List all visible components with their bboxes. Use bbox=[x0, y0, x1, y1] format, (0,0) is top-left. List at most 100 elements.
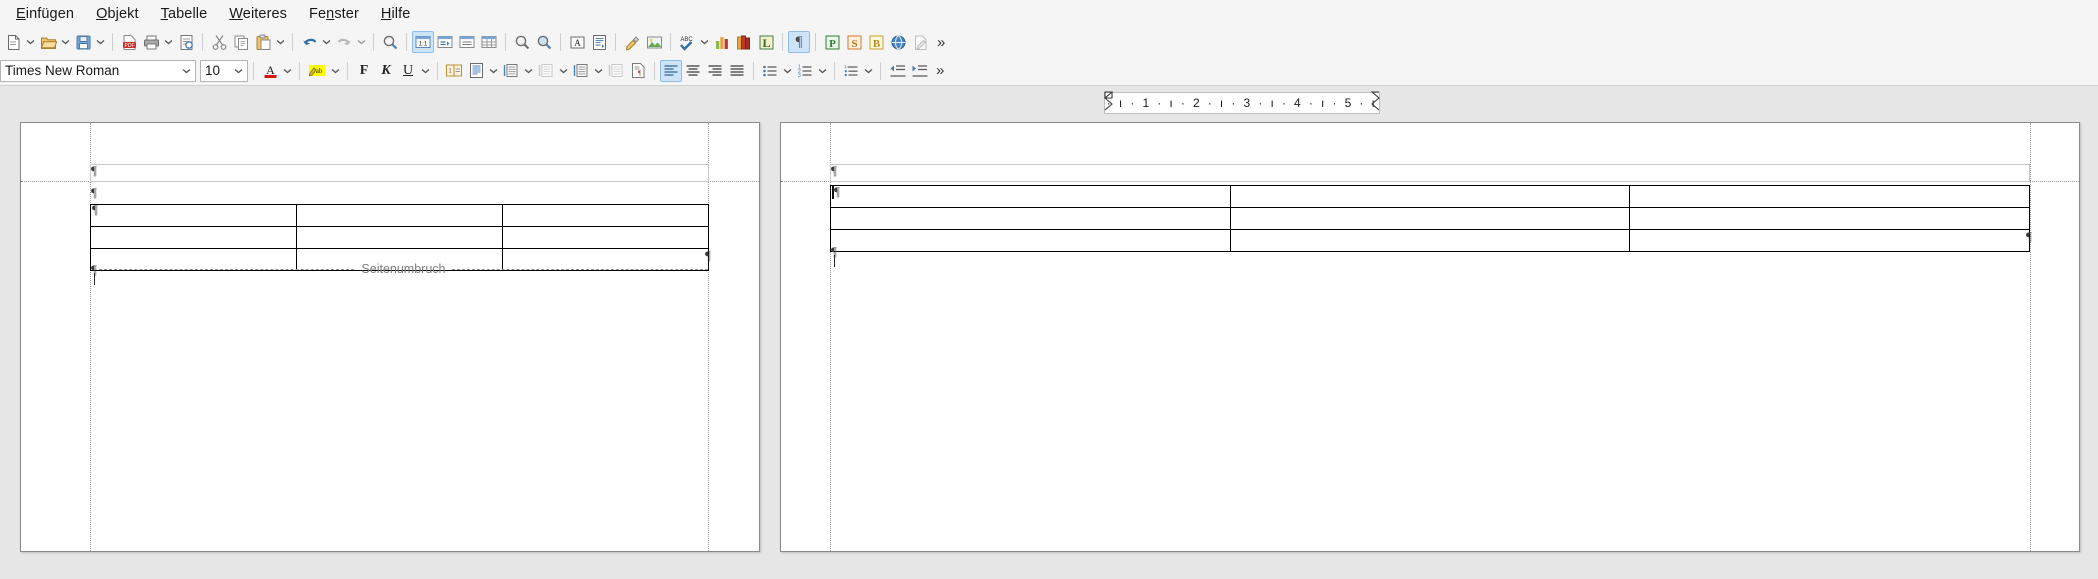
document-canvas[interactable]: ¶ ¶ ¶ ¶ ¶ Seitenumbruch ¶ ¶ ¶ ¶ bbox=[0, 122, 2098, 579]
menu-weiteres[interactable]: Weiteres bbox=[218, 3, 298, 25]
outline-list-dropdown[interactable] bbox=[862, 60, 875, 82]
table-cell[interactable] bbox=[830, 185, 1231, 208]
presentation-icon[interactable]: P bbox=[821, 31, 843, 53]
bullet-list-dropdown[interactable] bbox=[781, 60, 794, 82]
table-cell[interactable] bbox=[295, 204, 504, 227]
increase-spacing-dropdown[interactable] bbox=[522, 60, 535, 82]
line-numbering-icon[interactable]: L bbox=[755, 31, 777, 53]
undo-icon[interactable] bbox=[298, 31, 320, 53]
document-table[interactable] bbox=[830, 185, 2030, 252]
decrease-spacing2-icon[interactable] bbox=[605, 60, 627, 82]
menu-einfuegen[interactable]: Einfügen bbox=[5, 3, 85, 25]
highlight-color-dropdown[interactable] bbox=[329, 60, 342, 82]
menu-objekt[interactable]: Objekt bbox=[85, 3, 150, 25]
font-name-dropdown-icon[interactable] bbox=[178, 61, 195, 81]
table-cell[interactable] bbox=[1229, 207, 1631, 230]
right-indent-marker[interactable] bbox=[1370, 91, 1380, 113]
save-icon[interactable] bbox=[72, 31, 94, 53]
menu-fenster[interactable]: Fenster bbox=[298, 3, 370, 25]
open-file-icon[interactable] bbox=[37, 31, 59, 53]
print-preview-icon[interactable] bbox=[175, 31, 197, 53]
increase-spacing-icon[interactable] bbox=[500, 60, 522, 82]
print-dropdown[interactable] bbox=[162, 31, 175, 53]
zoom-100-icon[interactable]: 1:1 bbox=[412, 31, 434, 53]
table-cell[interactable] bbox=[90, 204, 297, 227]
insert-table-icon[interactable] bbox=[456, 31, 478, 53]
table-cell[interactable] bbox=[1629, 185, 2030, 208]
export-pdf-icon[interactable]: PDF bbox=[118, 31, 140, 53]
cut-icon[interactable] bbox=[208, 31, 230, 53]
standard-toolbar-overflow[interactable]: » bbox=[931, 34, 951, 51]
font-color-icon[interactable]: A bbox=[259, 60, 281, 82]
align-left-icon[interactable] bbox=[660, 59, 682, 82]
table-cell[interactable] bbox=[830, 207, 1231, 230]
italic-icon[interactable]: K bbox=[375, 60, 397, 82]
numbered-list-icon[interactable]: 123 bbox=[794, 60, 816, 82]
header-frame[interactable] bbox=[830, 164, 2030, 182]
formatting-toolbar-overflow[interactable]: » bbox=[930, 62, 950, 79]
find-replace-icon[interactable] bbox=[379, 31, 401, 53]
table-row[interactable] bbox=[830, 207, 2030, 230]
underline-icon[interactable]: U bbox=[397, 60, 419, 82]
redo-dropdown[interactable] bbox=[355, 31, 368, 53]
increase-spacing2-dropdown[interactable] bbox=[592, 60, 605, 82]
open-file-dropdown[interactable] bbox=[59, 31, 72, 53]
font-size-dropdown-icon[interactable] bbox=[230, 61, 247, 81]
left-indent-marker[interactable] bbox=[1104, 91, 1114, 113]
table-cell[interactable] bbox=[502, 226, 709, 249]
paste-dropdown[interactable] bbox=[274, 31, 287, 53]
paragraph-style-icon[interactable]: ¶ bbox=[627, 60, 649, 82]
copy-icon[interactable] bbox=[230, 31, 252, 53]
formatting-marks-icon[interactable] bbox=[434, 31, 456, 53]
save-dropdown[interactable] bbox=[94, 31, 107, 53]
align-right-icon[interactable] bbox=[704, 60, 726, 82]
bullet-list-icon[interactable] bbox=[759, 60, 781, 82]
clone-formatting-icon[interactable] bbox=[621, 31, 643, 53]
table-cell[interactable] bbox=[1229, 229, 1631, 252]
new-document-icon[interactable] bbox=[2, 31, 24, 53]
text-box-icon[interactable]: A bbox=[566, 31, 588, 53]
spelling-dropdown[interactable] bbox=[698, 31, 711, 53]
database-icon[interactable]: B bbox=[865, 31, 887, 53]
page-style-dropdown[interactable] bbox=[487, 60, 500, 82]
page-right[interactable]: ¶ ¶ ¶ ¶ bbox=[780, 122, 2080, 552]
web-icon[interactable] bbox=[887, 31, 909, 53]
table-row[interactable] bbox=[830, 185, 2030, 208]
increase-indent-icon[interactable] bbox=[908, 60, 930, 82]
pilcrow-icon[interactable]: ¶ bbox=[788, 31, 810, 53]
page-number-icon[interactable]: 1 bbox=[443, 60, 465, 82]
highlight-color-icon[interactable]: ab bbox=[305, 60, 329, 82]
table-row[interactable] bbox=[90, 204, 709, 227]
increase-spacing2-icon[interactable] bbox=[570, 60, 592, 82]
menu-hilfe[interactable]: Hilfe bbox=[370, 3, 422, 25]
decrease-spacing-icon[interactable] bbox=[535, 60, 557, 82]
decrease-spacing-dropdown[interactable] bbox=[557, 60, 570, 82]
document-table[interactable] bbox=[90, 204, 709, 271]
horizontal-ruler[interactable]: · ı · 1 · ı · 2 · ı · 3 · ı · 4 · ı · 5 … bbox=[1104, 91, 1380, 114]
table-cell[interactable] bbox=[295, 226, 504, 249]
table-cell[interactable] bbox=[502, 204, 709, 227]
table-row[interactable] bbox=[90, 226, 709, 249]
font-name-combo[interactable]: Times New Roman bbox=[0, 59, 196, 82]
menu-tabelle[interactable]: Tabelle bbox=[150, 3, 219, 25]
table-cell[interactable] bbox=[90, 226, 297, 249]
page-left[interactable]: ¶ ¶ ¶ ¶ ¶ Seitenumbruch bbox=[20, 122, 760, 552]
page-layout-icon[interactable] bbox=[588, 31, 610, 53]
spelling-icon[interactable]: ABC bbox=[676, 31, 698, 53]
insert-chart-icon[interactable] bbox=[711, 31, 733, 53]
bibliography-icon[interactable] bbox=[733, 31, 755, 53]
spreadsheet-icon[interactable]: S bbox=[843, 31, 865, 53]
track-changes-icon[interactable] bbox=[909, 31, 931, 53]
decrease-indent-icon[interactable] bbox=[886, 60, 908, 82]
numbered-list-dropdown[interactable] bbox=[816, 60, 829, 82]
page-style-icon[interactable] bbox=[465, 60, 487, 82]
underline-dropdown[interactable] bbox=[419, 60, 432, 82]
font-size-combo[interactable]: 10 bbox=[200, 59, 248, 82]
insert-image-icon[interactable] bbox=[643, 31, 665, 53]
bold-icon[interactable]: F bbox=[353, 60, 375, 82]
zoom-in-icon[interactable] bbox=[511, 31, 533, 53]
header-frame[interactable] bbox=[90, 164, 709, 182]
outline-list-icon[interactable]: 1 bbox=[840, 60, 862, 82]
table-row[interactable] bbox=[830, 229, 2030, 252]
insert-grid-icon[interactable] bbox=[478, 31, 500, 53]
